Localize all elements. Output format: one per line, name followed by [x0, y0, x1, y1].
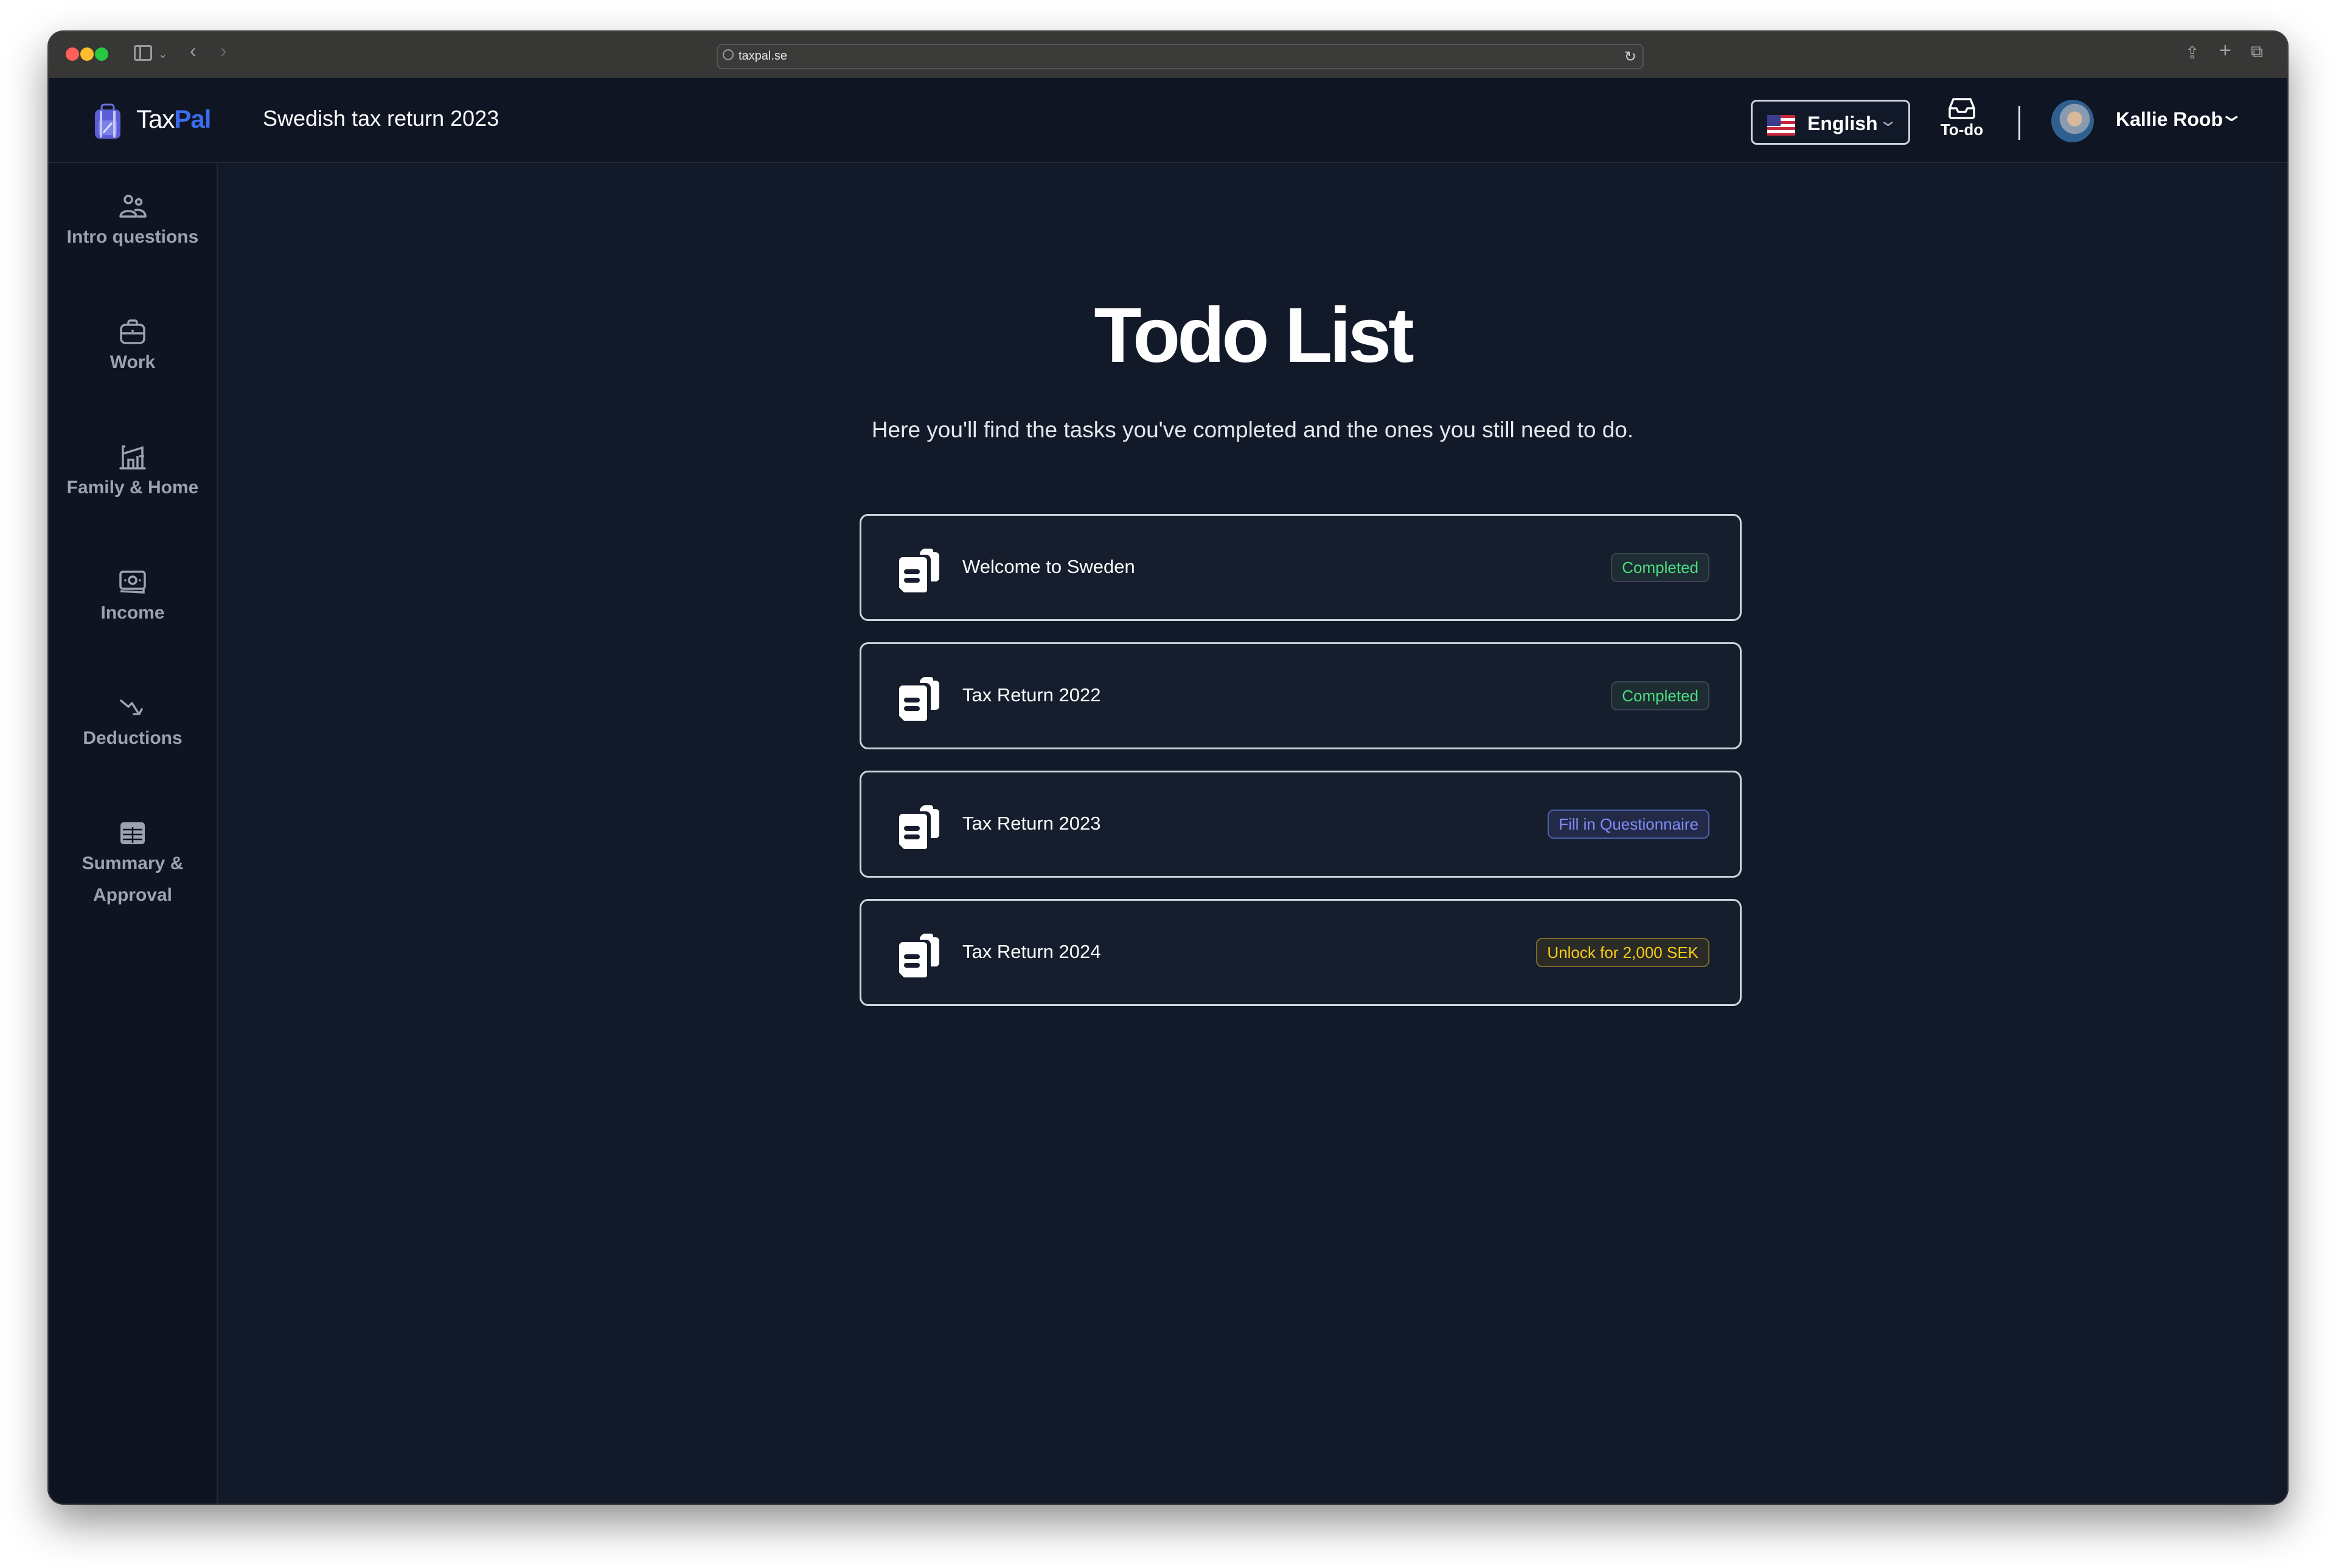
nav-label: Family & Home	[66, 477, 199, 498]
status-badge[interactable]: Fill in Questionnaire	[1548, 810, 1709, 839]
new-tab-icon[interactable]: +	[2219, 40, 2231, 61]
back-icon[interactable]: ‹	[190, 41, 196, 60]
task-title: Tax Return 2024	[962, 941, 1101, 962]
sidebar-item-summary-approval[interactable]: Summary & Approval	[49, 820, 217, 911]
us-flag-icon	[1767, 115, 1795, 136]
brand-name[interactable]: TaxPal	[136, 105, 211, 134]
nav-label-line2: Approval	[92, 885, 173, 905]
sidebar-item-intro-questions[interactable]: Intro questions	[49, 193, 217, 253]
minimize-window-button[interactable]	[80, 47, 94, 61]
sidebar-item-work[interactable]: Work	[49, 319, 217, 378]
task-card-4[interactable]: Tax Return 2024 Unlock for 2,000 SEK	[860, 899, 1742, 1006]
browser-window: ⌄ ‹ › taxpal.se ↻ ⇪ + ⧉ TaxPal Swedish t…	[49, 32, 2287, 1504]
nav-label: Income	[100, 603, 165, 623]
brand-suffix: Pal	[174, 105, 211, 133]
task-title: Welcome to Sweden	[962, 556, 1135, 577]
sidebar-item-family-home[interactable]: Family & Home	[49, 444, 217, 504]
page-title: Todo List	[1094, 292, 1414, 379]
main-content: Todo List Here you'll find the tasks you…	[218, 163, 2287, 1504]
browser-titlebar: ⌄ ‹ › taxpal.se ↻ ⇪ + ⧉	[49, 32, 2287, 79]
nav-label: Work	[109, 352, 156, 372]
close-window-button[interactable]	[66, 47, 79, 61]
url-text[interactable]: taxpal.se	[739, 49, 787, 63]
page-subtitle: Here you'll find the tasks you've comple…	[871, 417, 1634, 442]
task-title: Tax Return 2023	[962, 813, 1101, 834]
brand-prefix: Tax	[136, 105, 175, 133]
sidebar-toggle-icon[interactable]	[134, 45, 152, 61]
users-icon	[119, 195, 147, 218]
inbox-icon	[1948, 98, 1975, 119]
briefcase-icon	[120, 319, 145, 344]
backpack-logo-icon[interactable]	[91, 103, 124, 140]
clipboard-document-icon	[899, 677, 939, 721]
status-badge[interactable]: Completed	[1611, 553, 1709, 582]
status-badge[interactable]: Completed	[1611, 681, 1709, 710]
todo-label: To-do	[1940, 120, 1984, 139]
app-header: TaxPal Swedish tax return 2023 English ⌄…	[49, 78, 2287, 163]
address-bar[interactable]: taxpal.se ↻	[717, 44, 1644, 69]
chevron-down-icon: ⌄	[1877, 111, 1898, 130]
task-card-2[interactable]: Tax Return 2022 Completed	[860, 642, 1742, 749]
table-icon	[120, 822, 145, 844]
sidebar-nav: Intro questions Work Family & Home Incom…	[49, 163, 218, 1504]
trending-down-icon	[120, 699, 143, 715]
sidebar-item-income[interactable]: Income	[49, 569, 217, 629]
share-icon[interactable]: ⇪	[2185, 44, 2199, 61]
header-divider	[2018, 106, 2020, 140]
banknotes-icon	[119, 571, 146, 594]
user-name[interactable]: Kallie Roob	[2116, 108, 2223, 131]
user-avatar[interactable]	[2051, 100, 2094, 142]
language-selector[interactable]: English ⌄	[1751, 100, 1910, 145]
clipboard-document-icon	[899, 805, 939, 849]
task-card-1[interactable]: Welcome to Sweden Completed	[860, 514, 1742, 621]
home-icon	[119, 445, 146, 470]
sidebar-item-deductions[interactable]: Deductions	[49, 695, 217, 754]
task-title: Tax Return 2022	[962, 684, 1101, 706]
language-label: English	[1807, 113, 1878, 134]
clipboard-document-icon	[899, 549, 939, 592]
forward-icon[interactable]: ›	[220, 41, 227, 60]
clipboard-document-icon	[899, 934, 939, 977]
status-badge[interactable]: Unlock for 2,000 SEK	[1536, 938, 1709, 967]
maximize-window-button[interactable]	[95, 47, 108, 61]
chevron-down-icon[interactable]: ⌄	[158, 46, 167, 62]
nav-label: Summary &	[82, 853, 184, 873]
reload-icon[interactable]: ↻	[1624, 48, 1636, 66]
task-card-3[interactable]: Tax Return 2023 Fill in Questionnaire	[860, 771, 1742, 878]
nav-label: Deductions	[83, 728, 182, 748]
nav-label: Intro questions	[66, 227, 199, 247]
page-header-title: Swedish tax return 2023	[263, 106, 499, 131]
todo-button[interactable]: To-do	[1934, 92, 1989, 151]
user-menu-chevron-icon[interactable]: ⌄	[2219, 102, 2245, 127]
globe-icon	[723, 49, 734, 60]
tab-overview-icon[interactable]: ⧉	[2251, 43, 2263, 60]
